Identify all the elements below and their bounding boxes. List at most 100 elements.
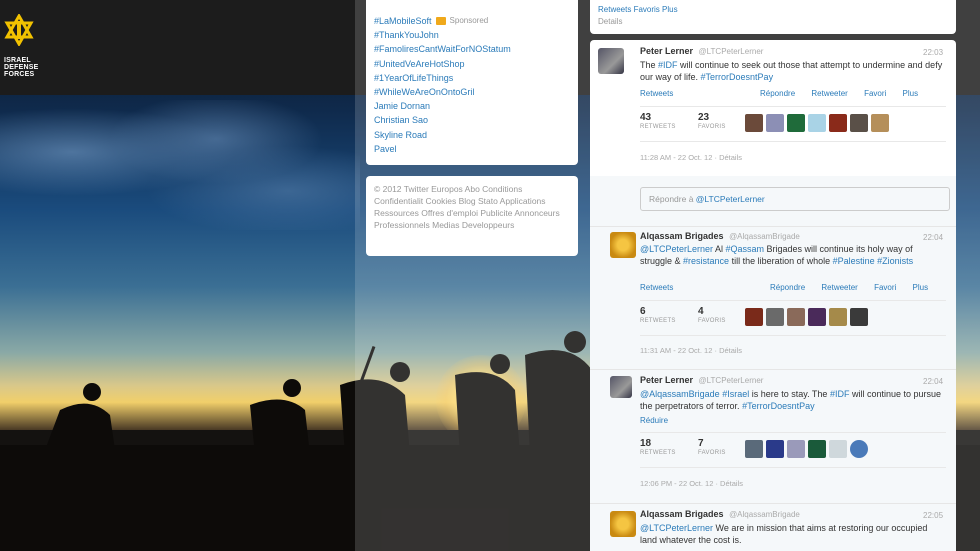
logo-line-2: DEFENSE [4, 64, 39, 71]
hashtag-link[interactable]: #TerrorDoesntPay [701, 72, 774, 82]
retweets-toggle[interactable]: Retweets [640, 89, 673, 98]
more-button[interactable]: Plus [903, 89, 919, 98]
trends-panel: #LaMobileSoft Sponsored #ThankYouJohn #F… [366, 0, 578, 165]
divider [590, 369, 956, 370]
user-thumbnail[interactable] [766, 308, 784, 326]
logo-line-3: FORCES [4, 71, 35, 78]
user-thumbnail[interactable] [766, 440, 784, 458]
tweet-time[interactable]: 22:03 [923, 48, 943, 57]
divider [590, 503, 956, 504]
trend-item[interactable]: #LaMobileSoft Sponsored [374, 14, 578, 28]
retweet-label: RETWEETS [640, 450, 676, 456]
avatar[interactable] [610, 376, 632, 398]
user-thumbnail[interactable] [850, 114, 868, 132]
user-thumbnail[interactable] [829, 114, 847, 132]
tweet-text: The #IDF will continue to seek out those… [640, 59, 945, 83]
user-thumbnail[interactable] [808, 114, 826, 132]
tweet-author-handle[interactable]: @AlqassamBrigade [729, 232, 800, 241]
mention-link[interactable]: @LTCPeterLerner [640, 523, 713, 533]
tweet-time[interactable]: 22:05 [923, 511, 943, 520]
trend-item[interactable]: #UnitedVeAreHotShop [374, 57, 578, 71]
trend-item[interactable]: #FamoliresCantWaitForNOStatum [374, 42, 578, 56]
footer-links[interactable]: © 2012 Twitter Europos Abo Conditions Co… [366, 176, 578, 256]
favorite-label: FAVORIS [698, 124, 726, 130]
favorite-count[interactable]: 7 [698, 438, 726, 449]
hashtag-link[interactable]: #resistance [683, 256, 729, 266]
tweet-meta[interactable]: 11:28 AM - 22 Oct. 12 · Détails [640, 153, 742, 162]
tweet-meta[interactable]: 11:31 AM - 22 Oct. 12 · Détails [640, 346, 742, 355]
retweet-count[interactable]: 43 [640, 112, 676, 123]
user-thumbnail[interactable] [829, 308, 847, 326]
user-thumbnail[interactable] [850, 308, 868, 326]
collapse-toggle[interactable]: Réduire [640, 416, 668, 425]
hashtag-link[interactable]: #TerrorDoesntPay [742, 401, 815, 411]
tweet-stats: 6 RETWEETS 4 FAVORIS [640, 300, 946, 336]
mention-link[interactable]: @AlqassamBrigade [640, 389, 720, 399]
tweet-text-fragment: till the liberation of whole [729, 256, 833, 266]
reply-input[interactable]: Répondre à @LTCPeterLerner [640, 187, 950, 211]
favorite-label: FAVORIS [698, 318, 726, 324]
hashtag-link[interactable]: #Zionists [877, 256, 913, 266]
favorite-count[interactable]: 23 [698, 112, 726, 123]
tweet-author-handle[interactable]: @LTCPeterLerner [699, 47, 764, 56]
tweet-author-name[interactable]: Alqassam Brigades [640, 509, 724, 519]
tweet-time[interactable]: 22:04 [923, 233, 943, 242]
avatar[interactable] [598, 48, 624, 74]
user-thumbnail[interactable] [787, 440, 805, 458]
tweet-meta[interactable]: 12:06 PM - 22 Oct. 12 · Détails [640, 479, 743, 488]
previous-tweet-details[interactable]: Details [598, 16, 948, 28]
user-thumbnail[interactable] [808, 440, 826, 458]
trend-item[interactable]: Skyline Road [374, 128, 578, 142]
retweet-button[interactable]: Retweeter [811, 89, 847, 98]
user-thumbnail[interactable] [766, 114, 784, 132]
user-thumbnail[interactable] [745, 114, 763, 132]
tweet-text: @LTCPeterLerner We are in mission that a… [640, 522, 945, 546]
hashtag-link[interactable]: #Palestine [833, 256, 875, 266]
user-thumbnail[interactable] [871, 114, 889, 132]
reply-prefix: Répondre à [649, 194, 696, 204]
trend-item[interactable]: #ThankYouJohn [374, 28, 578, 42]
user-thumbnail[interactable] [787, 114, 805, 132]
tweet-text-fragment: The [640, 60, 659, 70]
hashtag-link[interactable]: #IDF [658, 60, 678, 70]
previous-tweet-actions[interactable]: Retweets Favoris Plus [598, 4, 948, 16]
mention-link[interactable]: @LTCPeterLerner [640, 244, 713, 254]
star-of-david-emblem-icon [3, 12, 48, 51]
retweets-toggle[interactable]: Retweets [640, 283, 673, 292]
user-thumbnail[interactable] [808, 308, 826, 326]
favorite-count[interactable]: 4 [698, 306, 726, 317]
tweet-author-name[interactable]: Peter Lerner [640, 375, 693, 385]
trend-item[interactable]: Pavel [374, 142, 578, 156]
tweet-time[interactable]: 22:04 [923, 377, 943, 386]
trend-item[interactable]: #WhileWeAreOnOntoGril [374, 85, 578, 99]
user-thumbnail[interactable] [745, 440, 763, 458]
tweet-author-name[interactable]: Alqassam Brigades [640, 231, 724, 241]
trend-item[interactable]: Jamie Dornan [374, 99, 578, 113]
favorite-button[interactable]: Favori [864, 89, 886, 98]
favorite-button[interactable]: Favori [874, 283, 896, 292]
tweet-author-handle[interactable]: @AlqassamBrigade [729, 510, 800, 519]
trend-item[interactable]: Christian Sao [374, 113, 578, 127]
retweet-button[interactable]: Retweeter [821, 283, 857, 292]
avatar[interactable] [610, 511, 636, 537]
promoted-label: Sponsored [449, 16, 489, 25]
reply-button[interactable]: Répondre [760, 89, 795, 98]
user-thumbnail[interactable] [787, 308, 805, 326]
user-thumbnail[interactable] [850, 440, 868, 458]
avatar[interactable] [610, 232, 636, 258]
idf-logo[interactable]: ISRAEL DEFENSE FORCES [0, 12, 48, 78]
retweet-count[interactable]: 6 [640, 306, 676, 317]
tweet-author-handle[interactable]: @LTCPeterLerner [699, 376, 764, 385]
hashtag-link[interactable]: #Qassam [726, 244, 765, 254]
retweet-count[interactable]: 18 [640, 438, 676, 449]
trend-item[interactable]: #1YearOfLifeThings [374, 71, 578, 85]
more-button[interactable]: Plus [913, 283, 929, 292]
retweet-label: RETWEETS [640, 124, 676, 130]
divider [590, 226, 956, 227]
tweet-author-name[interactable]: Peter Lerner [640, 46, 693, 56]
user-thumbnail[interactable] [829, 440, 847, 458]
hashtag-link[interactable]: #IDF [830, 389, 850, 399]
reply-button[interactable]: Répondre [770, 283, 805, 292]
hashtag-link[interactable]: #Israel [722, 389, 749, 399]
user-thumbnail[interactable] [745, 308, 763, 326]
